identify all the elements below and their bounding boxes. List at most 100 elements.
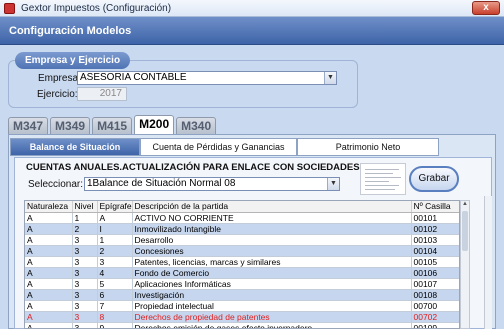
table-cell: 00107 [411, 278, 459, 290]
table-cell: A [25, 212, 73, 224]
empresa-select[interactable]: ASESORIA CONTABLE ▼ [77, 71, 337, 85]
table-cell: Concesiones [132, 245, 412, 257]
table-cell: A [25, 267, 73, 279]
tab-m349[interactable]: M349 [50, 117, 91, 134]
table-cell: A [25, 256, 73, 268]
table-cell: 3 [72, 256, 98, 268]
table-cell: 3 [72, 278, 98, 290]
table-row[interactable]: A 2 I Inmovilizado Intangible 00102 [25, 223, 459, 235]
tab-balance-situacion[interactable]: Balance de Situación [10, 138, 140, 156]
table-cell: A [25, 322, 73, 328]
header-bar: Configuración Modelos [0, 17, 504, 45]
app-icon [4, 2, 15, 14]
tab-m347[interactable]: M347 [8, 117, 49, 134]
col-nivel[interactable]: Nivel [72, 201, 98, 213]
empresa-select-value: ASESORIA CONTABLE [80, 72, 187, 83]
table-cell: 00101 [411, 212, 459, 224]
table-cell: 00109 [411, 322, 459, 328]
table-cell: 2 [97, 245, 133, 257]
partidas-grid: Naturaleza Nivel Epígrafe Descripción de… [24, 200, 460, 329]
table-cell: 2 [72, 223, 98, 235]
table-cell: 00106 [411, 267, 459, 279]
table-row[interactable]: A 3 7 Propiedad intelectual 00700 [25, 300, 459, 312]
grid-scrollbar[interactable]: ▲ [460, 200, 470, 329]
table-cell: 3 [72, 245, 98, 257]
table-cell: A [25, 278, 73, 290]
table-cell: 00104 [411, 245, 459, 257]
panel-scrollbar[interactable] [484, 196, 492, 329]
table-row[interactable]: A 1 A ACTIVO NO CORRIENTE 00101 [25, 212, 459, 224]
table-cell: 4 [97, 267, 133, 279]
table-cell: 9 [97, 322, 133, 328]
table-cell: Patentes, licencias, marcas y similares [132, 256, 412, 268]
section-title: CUENTAS ANUALES.ACTUALIZACIÓN PARA ENLAC… [26, 162, 360, 173]
table-cell: A [25, 289, 73, 301]
table-cell: Aplicaciones Informáticas [132, 278, 412, 290]
seleccionar-label: Seleccionar: [28, 179, 84, 190]
table-row[interactable]: A 3 4 Fondo de Comercio 00106 [25, 267, 459, 279]
partidas-table: Naturaleza Nivel Epígrafe Descripción de… [25, 201, 459, 328]
table-cell: 1 [72, 212, 98, 224]
table-cell: 00700 [411, 300, 459, 312]
table-cell: 3 [72, 311, 98, 323]
table-cell: Derechos de propiedad de patentes [132, 311, 412, 323]
table-cell: 3 [72, 289, 98, 301]
table-row[interactable]: A 3 9 Derechos emisión de gases efecto inve… [25, 322, 459, 328]
col-casilla[interactable]: Nº Casilla [411, 201, 459, 213]
close-button[interactable]: x [472, 1, 500, 15]
table-cell: 00105 [411, 256, 459, 268]
table-header-row: Naturaleza Nivel Epígrafe Descripción de… [25, 201, 459, 213]
col-epigrafe[interactable]: Epígrafe [97, 201, 133, 213]
balance-select-value: 1Balance de Situación Normal 08 [87, 178, 236, 189]
balance-select[interactable]: 1Balance de Situación Normal 08 ▼ [84, 177, 340, 191]
chevron-down-icon[interactable]: ▼ [324, 72, 336, 84]
table-cell: 3 [97, 256, 133, 268]
tab-m415[interactable]: M415 [92, 117, 133, 134]
table-cell: 8 [97, 311, 133, 323]
document-preview-icon [360, 163, 406, 195]
table-cell: 00108 [411, 289, 459, 301]
table-row[interactable]: A 3 2 Concesiones 00104 [25, 245, 459, 257]
table-cell: A [25, 245, 73, 257]
table-row[interactable]: A 3 8 Derechos de propiedad de patentes 0070… [25, 311, 459, 323]
table-cell: Derechos emisión de gases efecto inverna… [132, 322, 412, 328]
table-cell: 3 [72, 300, 98, 312]
table-row[interactable]: A 3 3 Patentes, licencias, marcas y similar… [25, 256, 459, 268]
table-cell: 3 [72, 322, 98, 328]
table-row[interactable]: A 3 1 Desarrollo 00103 [25, 234, 459, 246]
tab-m200[interactable]: M200 [134, 115, 175, 134]
table-cell: Inmovilizado Intangible [132, 223, 412, 235]
tab-m340[interactable]: M340 [176, 117, 217, 134]
window-title: Gextor Impuestos (Configuración) [21, 2, 172, 14]
col-naturaleza[interactable]: Naturaleza [25, 201, 73, 213]
table-row[interactable]: A 3 6 Investigación 00108 [25, 289, 459, 301]
table-cell: I [97, 223, 133, 235]
save-button[interactable]: Grabar [409, 166, 459, 192]
table-row[interactable]: A 3 5 Aplicaciones Informáticas 00107 [25, 278, 459, 290]
col-descripcion[interactable]: Descripción de la partida [132, 201, 412, 213]
tab-patrimonio-neto[interactable]: Patrimonio Neto [297, 138, 439, 156]
table-cell: A [25, 234, 73, 246]
table-cell: A [25, 311, 73, 323]
table-cell: ACTIVO NO CORRIENTE [132, 212, 412, 224]
title-bar: Gextor Impuestos (Configuración) x [0, 0, 504, 17]
empresa-group-legend: Empresa y Ejercicio [15, 52, 131, 69]
scroll-thumb[interactable] [462, 211, 468, 251]
table-cell: Investigación [132, 289, 412, 301]
table-cell: A [97, 212, 133, 224]
table-cell: 3 [72, 234, 98, 246]
tab-perdidas-ganancias[interactable]: Cuenta de Pérdidas y Ganancias [140, 138, 297, 156]
scroll-up-icon[interactable]: ▲ [461, 201, 469, 210]
empresa-label: Empresa: [38, 73, 81, 84]
table-cell: 00103 [411, 234, 459, 246]
table-cell: 00702 [411, 311, 459, 323]
ejercicio-field: 2017 [77, 87, 127, 101]
model-tabs: M347 M349 M415 M200 M340 [8, 115, 218, 134]
table-cell: A [25, 300, 73, 312]
table-cell: Propiedad intelectual [132, 300, 412, 312]
table-cell: 3 [72, 267, 98, 279]
sub-tabs: Balance de Situación Cuenta de Pérdidas … [10, 138, 439, 156]
table-cell: 00102 [411, 223, 459, 235]
chevron-down-icon[interactable]: ▼ [327, 178, 339, 190]
ejercicio-label: Ejercicio: [37, 89, 78, 100]
